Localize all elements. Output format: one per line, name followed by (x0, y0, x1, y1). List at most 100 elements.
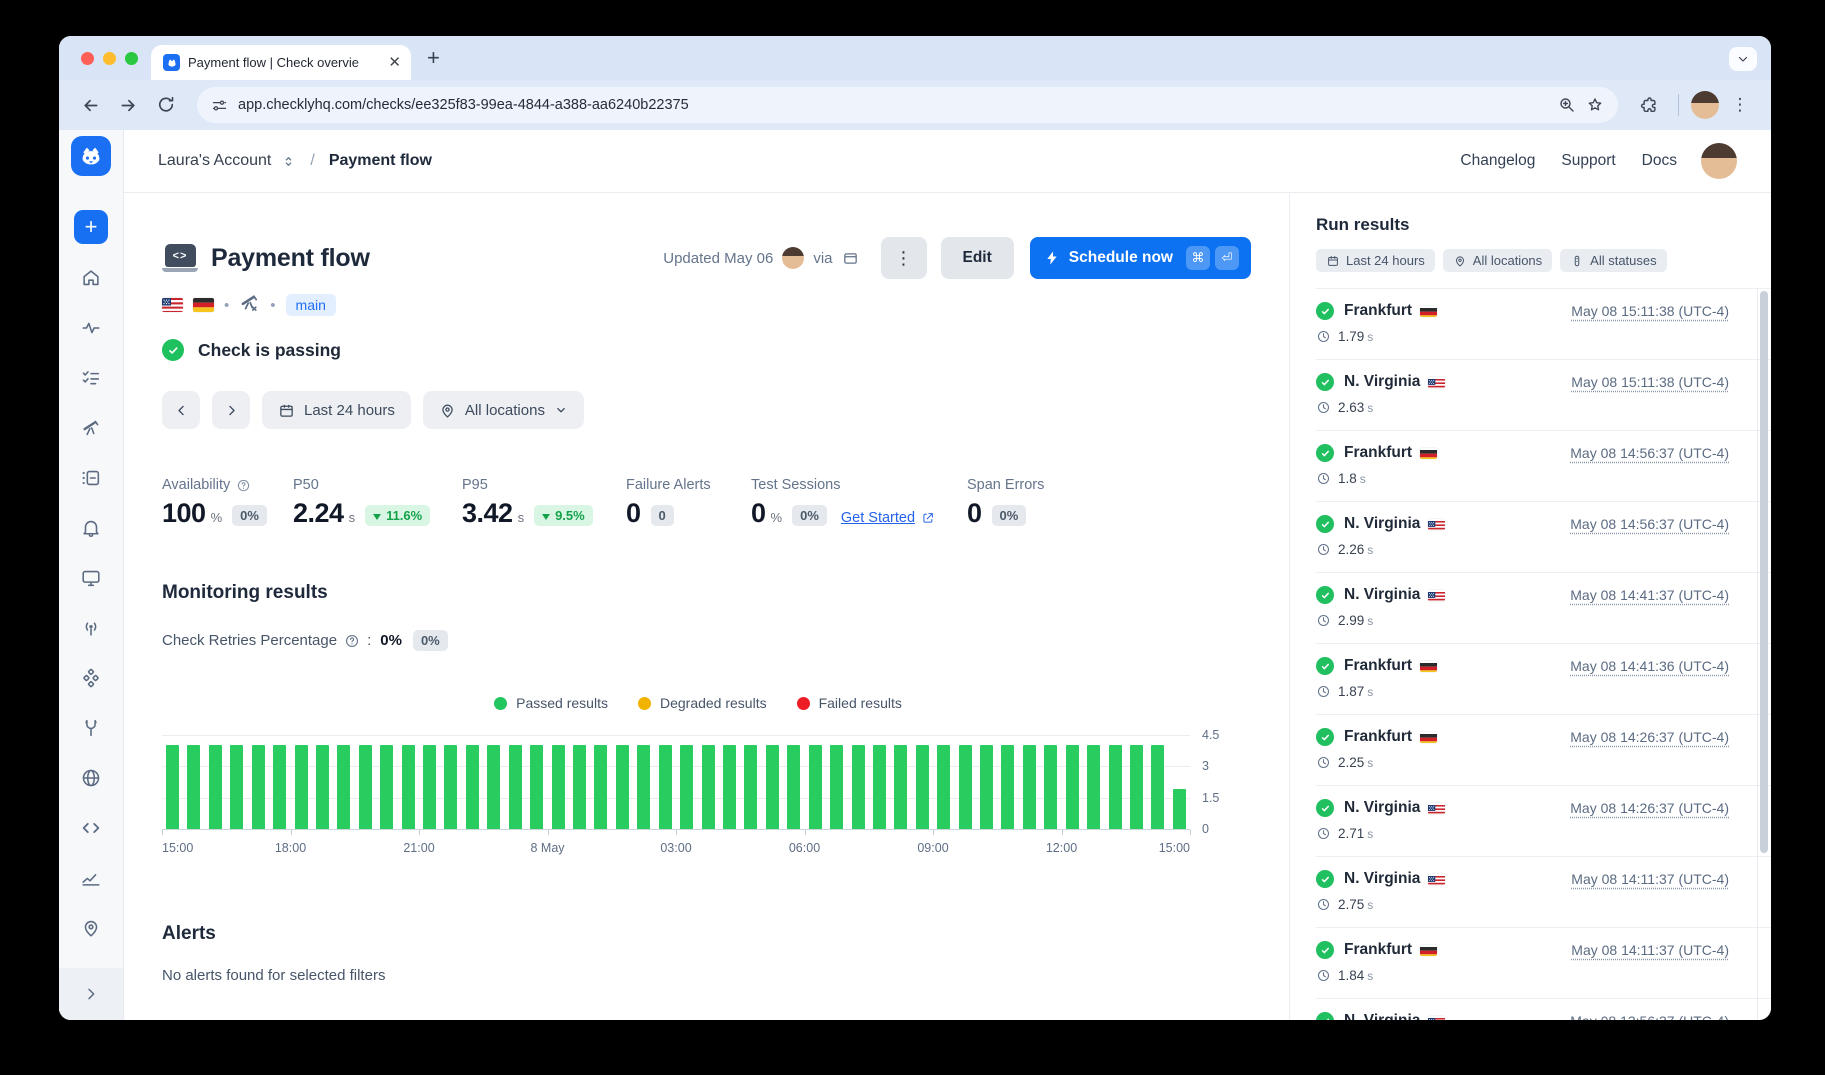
reload-icon[interactable] (149, 88, 183, 122)
chart-bar[interactable] (744, 745, 757, 829)
back-icon[interactable] (73, 88, 107, 122)
sidebar-item-line-chart-icon[interactable] (59, 853, 123, 903)
chart-bar[interactable] (273, 745, 286, 829)
run-timestamp-link[interactable]: May 08 14:56:37 (UTC-4) (1570, 516, 1729, 532)
chart-bar[interactable] (444, 745, 457, 829)
chart-bar[interactable] (380, 745, 393, 829)
run-result-row[interactable]: FrankfurtMay 08 14:41:36 (UTC-4)1.87s (1316, 644, 1771, 715)
sidebar-item-monitor-icon[interactable] (59, 553, 123, 603)
scrollbar-thumb[interactable] (1760, 291, 1768, 853)
chart-bar[interactable] (1044, 745, 1057, 829)
chart-bar[interactable] (166, 745, 179, 829)
chart-bar[interactable] (552, 745, 565, 829)
run-timestamp-link[interactable]: May 08 14:11:37 (UTC-4) (1571, 871, 1729, 887)
sidebar-item-code-icon[interactable] (59, 803, 123, 853)
sidebar-item-checklist-icon[interactable] (59, 353, 123, 403)
user-avatar[interactable] (1701, 143, 1737, 179)
sidebar-item-diamonds-icon[interactable] (59, 653, 123, 703)
chart-bar[interactable] (316, 745, 329, 829)
edit-button[interactable]: Edit (941, 237, 1014, 279)
next-range-button[interactable] (212, 391, 250, 429)
chart-bar[interactable] (573, 745, 586, 829)
sidebar-item-home-icon[interactable] (59, 253, 123, 303)
sidebar-item-wrench-icon[interactable] (59, 703, 123, 753)
chart-bar[interactable] (1066, 745, 1079, 829)
chart-bar[interactable] (959, 745, 972, 829)
chart-bar[interactable] (423, 745, 436, 829)
chart-bar[interactable] (487, 745, 500, 829)
zoom-icon[interactable] (1558, 96, 1576, 114)
chart-bar[interactable] (594, 745, 607, 829)
chart-bar[interactable] (980, 745, 993, 829)
chart-bar[interactable] (766, 745, 779, 829)
help-icon[interactable] (236, 478, 251, 493)
sidebar-expand-button[interactable] (59, 968, 123, 1020)
new-tab-button[interactable]: + (427, 47, 440, 69)
chart-bar[interactable] (616, 745, 629, 829)
more-actions-button[interactable]: ⋮ (881, 237, 927, 279)
chart-bar[interactable] (659, 745, 672, 829)
run-results-scrollbar[interactable] (1757, 289, 1771, 1020)
sidebar-item-globe-icon[interactable] (59, 753, 123, 803)
chart-bar[interactable] (637, 745, 650, 829)
chart-bar[interactable] (873, 745, 886, 829)
tab-search-button[interactable] (1729, 47, 1757, 71)
chart-bar[interactable] (509, 745, 522, 829)
time-range-button[interactable]: Last 24 hours (262, 391, 411, 429)
chart-bar[interactable] (916, 745, 929, 829)
sidebar-item-broadcast-icon[interactable] (59, 603, 123, 653)
run-result-row[interactable]: N. VirginiaMay 08 14:41:37 (UTC-4)2.99s (1316, 573, 1771, 644)
chart-bar[interactable] (1151, 745, 1164, 829)
site-settings-icon[interactable] (211, 97, 228, 114)
run-timestamp-link[interactable]: May 08 14:26:37 (UTC-4) (1570, 729, 1729, 745)
sidebar-item-map-pin-icon[interactable] (59, 903, 123, 953)
chart-bar[interactable] (187, 745, 200, 829)
run-result-row[interactable]: FrankfurtMay 08 14:26:37 (UTC-4)2.25s (1316, 715, 1771, 786)
run-timestamp-link[interactable]: May 08 14:11:37 (UTC-4) (1571, 942, 1729, 958)
run-result-row[interactable]: N. VirginiaMay 08 15:11:38 (UTC-4)2.63s (1316, 360, 1771, 431)
run-timestamp-link[interactable]: May 08 14:41:37 (UTC-4) (1570, 587, 1729, 603)
run-result-row[interactable]: N. VirginiaMay 08 14:26:37 (UTC-4)2.71s (1316, 786, 1771, 857)
tab-close-icon[interactable]: ✕ (388, 55, 401, 70)
get-started-link[interactable]: Get Started (841, 510, 935, 526)
chart-bar[interactable] (1023, 745, 1036, 829)
chart-bar[interactable] (530, 745, 543, 829)
chart-bar[interactable] (1130, 745, 1143, 829)
browser-tab[interactable]: Payment flow | Check overvie ✕ (151, 45, 411, 80)
run-timestamp-link[interactable]: May 08 13:56:37 (UTC-4) (1570, 1013, 1729, 1020)
account-switcher-icon[interactable] (281, 154, 296, 169)
chart-bar[interactable] (852, 745, 865, 829)
chart-bar[interactable] (1109, 745, 1122, 829)
locations-filter-button[interactable]: All locations (423, 391, 584, 429)
bookmark-star-icon[interactable] (1586, 96, 1604, 114)
chart-bar[interactable] (466, 745, 479, 829)
chart-bar[interactable] (702, 745, 715, 829)
chart-bar[interactable] (230, 745, 243, 829)
browser-menu-icon[interactable]: ⋮ (1723, 88, 1757, 122)
chart-bar[interactable] (787, 745, 800, 829)
chart-bar[interactable] (295, 745, 308, 829)
chart-bar[interactable] (723, 745, 736, 829)
chart-bar[interactable] (1173, 789, 1186, 829)
chart-bar[interactable] (337, 745, 350, 829)
run-result-row[interactable]: N. VirginiaMay 08 14:56:37 (UTC-4)2.26s (1316, 502, 1771, 573)
chart-bar[interactable] (830, 745, 843, 829)
url-bar[interactable]: app.checklyhq.com/checks/ee325f83-99ea-4… (197, 87, 1618, 123)
help-icon[interactable] (344, 633, 360, 649)
run-result-row[interactable]: N. VirginiaMay 08 14:11:37 (UTC-4)2.75s (1316, 857, 1771, 928)
schedule-now-button[interactable]: Schedule now ⌘ ⏎ (1030, 237, 1251, 279)
chart-bar[interactable] (209, 745, 222, 829)
extensions-icon[interactable] (1632, 88, 1666, 122)
run-timestamp-link[interactable]: May 08 14:56:37 (UTC-4) (1570, 445, 1729, 461)
forward-icon[interactable] (111, 88, 145, 122)
maximize-window-button[interactable] (125, 52, 138, 65)
chart-bar[interactable] (359, 745, 372, 829)
close-window-button[interactable] (81, 52, 94, 65)
chart-bar[interactable] (937, 745, 950, 829)
sidebar-item-pulse-icon[interactable] (59, 303, 123, 353)
chart-bar[interactable] (1087, 745, 1100, 829)
account-switcher[interactable]: Laura's Account (158, 152, 271, 170)
chart-bar[interactable] (894, 745, 907, 829)
browser-profile-avatar[interactable] (1691, 91, 1719, 119)
prev-range-button[interactable] (162, 391, 200, 429)
